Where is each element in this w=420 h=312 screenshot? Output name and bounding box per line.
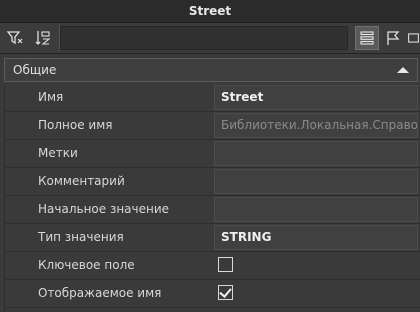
section-header-general[interactable]: Общие [4,58,418,82]
property-row-full-name: Полное имя Библиотеки.Локальная.Справочн… [5,112,420,140]
window-title: Street [0,0,420,23]
property-row-key-field: Ключевое поле [5,252,420,280]
property-label: Отображаемое имя [5,280,212,307]
flag-button[interactable] [381,26,405,50]
initial-value-field[interactable] [214,197,418,222]
filter-icon [6,31,23,45]
window-icon [408,33,419,43]
sort-icon [35,31,51,45]
property-label: Начальное значение [5,196,212,223]
property-row-display-name: Отображаемое имя [5,280,420,308]
property-grid: Имя Street Полное имя Библиотеки.Локальн… [4,84,420,312]
name-field[interactable]: Street [214,85,418,110]
property-label: Ключевое поле [5,252,212,279]
collapse-arrow-icon[interactable] [397,67,409,73]
key-field-cell [214,253,418,278]
full-name-field: Библиотеки.Локальная.Справочни [214,113,418,138]
property-row-initial-value: Начальное значение [5,196,420,224]
property-row-comment: Комментарий [5,168,420,196]
display-name-checkbox[interactable] [218,285,233,300]
property-row-value-type: Тип значения STRING [5,224,420,252]
property-row-name: Имя Street [5,84,420,112]
flag-icon [387,31,400,45]
key-field-checkbox[interactable] [218,257,233,272]
list-view-icon [360,31,374,45]
property-label: Метки [5,140,212,167]
comment-field[interactable] [214,169,418,194]
toolbar [0,23,420,54]
property-row-tags: Метки [5,140,420,168]
more-button[interactable] [407,26,420,50]
display-name-cell [214,281,418,306]
filter-button[interactable] [3,26,27,50]
property-label: Комментарий [5,168,212,195]
value-type-field[interactable]: STRING [214,225,418,250]
tags-field[interactable] [214,141,418,166]
property-label: Имя [5,84,212,111]
sort-button[interactable] [31,26,55,50]
list-view-button[interactable] [355,26,379,50]
property-label: Полное имя [5,112,212,139]
property-label: Тип значения [5,224,212,251]
search-input[interactable] [60,26,348,50]
section-title: Общие [13,63,57,77]
